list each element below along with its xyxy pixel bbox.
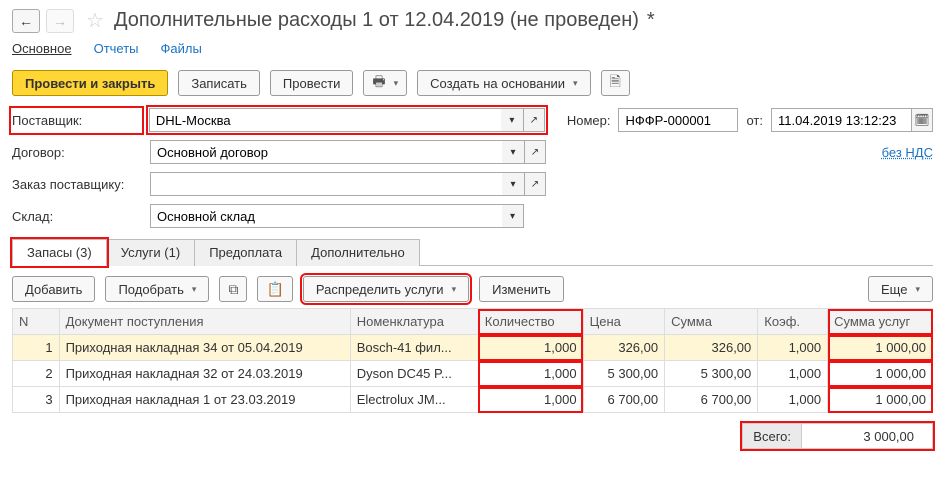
distribute-services-button[interactable]: Распределить услуги▾ xyxy=(303,276,469,302)
document-icon: 🗎 xyxy=(610,71,621,95)
tab-services[interactable]: Услуги (1) xyxy=(106,239,195,266)
contract-label: Договор: xyxy=(12,145,142,160)
post-button[interactable]: Провести xyxy=(270,70,354,96)
total-box: Всего: 3 000,00 xyxy=(742,423,933,449)
order-input[interactable] xyxy=(150,172,502,196)
total-value: 3 000,00 xyxy=(802,429,932,444)
add-row-button[interactable]: Добавить xyxy=(12,276,95,302)
col-qty[interactable]: Количество xyxy=(478,309,583,335)
edit-button[interactable]: Изменить xyxy=(479,276,564,302)
col-n[interactable]: N xyxy=(13,309,60,335)
tab-extra[interactable]: Дополнительно xyxy=(296,239,420,266)
supplier-open-button[interactable]: ↗ xyxy=(523,108,545,132)
vat-link[interactable]: без НДС xyxy=(882,145,933,160)
supplier-input[interactable] xyxy=(149,108,501,132)
more-button[interactable]: Еще▾ xyxy=(868,276,933,302)
page-title: Дополнительные расходы 1 от 12.04.2019 (… xyxy=(114,9,639,32)
date-input[interactable] xyxy=(771,108,911,132)
pick-button[interactable]: Подобрать▾ xyxy=(105,276,209,302)
tab-prepay[interactable]: Предоплата xyxy=(194,239,297,266)
copy-icon: ⧉ xyxy=(228,281,238,298)
supplier-dropdown-button[interactable]: ▾ xyxy=(501,108,523,132)
table-row[interactable]: 1Приходная накладная 34 от 05.04.2019Bos… xyxy=(13,335,933,361)
contract-input[interactable] xyxy=(150,140,502,164)
order-open-button[interactable]: ↗ xyxy=(524,172,546,196)
number-input[interactable] xyxy=(618,108,738,132)
section-files[interactable]: Файлы xyxy=(161,41,202,56)
create-based-on-button[interactable]: Создать на основании▾ xyxy=(417,70,590,96)
col-doc[interactable]: Документ поступления xyxy=(59,309,350,335)
contract-dropdown-button[interactable]: ▾ xyxy=(502,140,524,164)
section-main[interactable]: Основное xyxy=(12,41,72,56)
paste-button[interactable]: 📋 xyxy=(257,276,292,302)
col-nom[interactable]: Номенклатура xyxy=(350,309,478,335)
date-picker-button[interactable]: 🗓 xyxy=(911,108,933,132)
section-reports[interactable]: Отчеты xyxy=(94,41,139,56)
favorite-icon[interactable]: ☆ xyxy=(86,8,104,33)
warehouse-label: Склад: xyxy=(12,209,142,224)
supplier-label: Поставщик: xyxy=(12,109,141,132)
warehouse-dropdown-button[interactable]: ▾ xyxy=(502,204,524,228)
table-row[interactable]: 3Приходная накладная 1 от 23.03.2019Elec… xyxy=(13,387,933,413)
tab-inventory[interactable]: Запасы (3) xyxy=(12,239,107,266)
col-sum[interactable]: Сумма xyxy=(665,309,758,335)
warehouse-input[interactable] xyxy=(150,204,502,228)
col-coef[interactable]: Коэф. xyxy=(758,309,828,335)
modified-indicator: * xyxy=(647,9,655,32)
order-dropdown-button[interactable]: ▾ xyxy=(502,172,524,196)
total-label: Всего: xyxy=(743,424,802,448)
contract-open-button[interactable]: ↗ xyxy=(524,140,546,164)
paste-icon: 📋 xyxy=(266,281,283,298)
report-button[interactable]: 🗎 xyxy=(601,70,630,96)
number-label: Номер: xyxy=(567,113,611,128)
nav-back-button[interactable]: ← xyxy=(12,9,40,33)
save-button[interactable]: Записать xyxy=(178,70,260,96)
from-label: от: xyxy=(746,113,763,128)
printer-icon: 🖶 xyxy=(372,71,385,95)
col-serv-sum[interactable]: Сумма услуг xyxy=(828,309,933,335)
order-label: Заказ поставщику: xyxy=(12,177,142,192)
calendar-icon: 🗓 xyxy=(914,113,929,127)
col-price[interactable]: Цена xyxy=(583,309,665,335)
nav-forward-button: → xyxy=(46,9,74,33)
copy-button[interactable]: ⧉ xyxy=(219,276,247,302)
print-button[interactable]: 🖶▾ xyxy=(363,70,407,96)
table-row[interactable]: 2Приходная накладная 32 от 24.03.2019Dys… xyxy=(13,361,933,387)
post-and-close-button[interactable]: Провести и закрыть xyxy=(12,70,168,96)
inventory-table[interactable]: N Документ поступления Номенклатура Коли… xyxy=(12,308,933,413)
